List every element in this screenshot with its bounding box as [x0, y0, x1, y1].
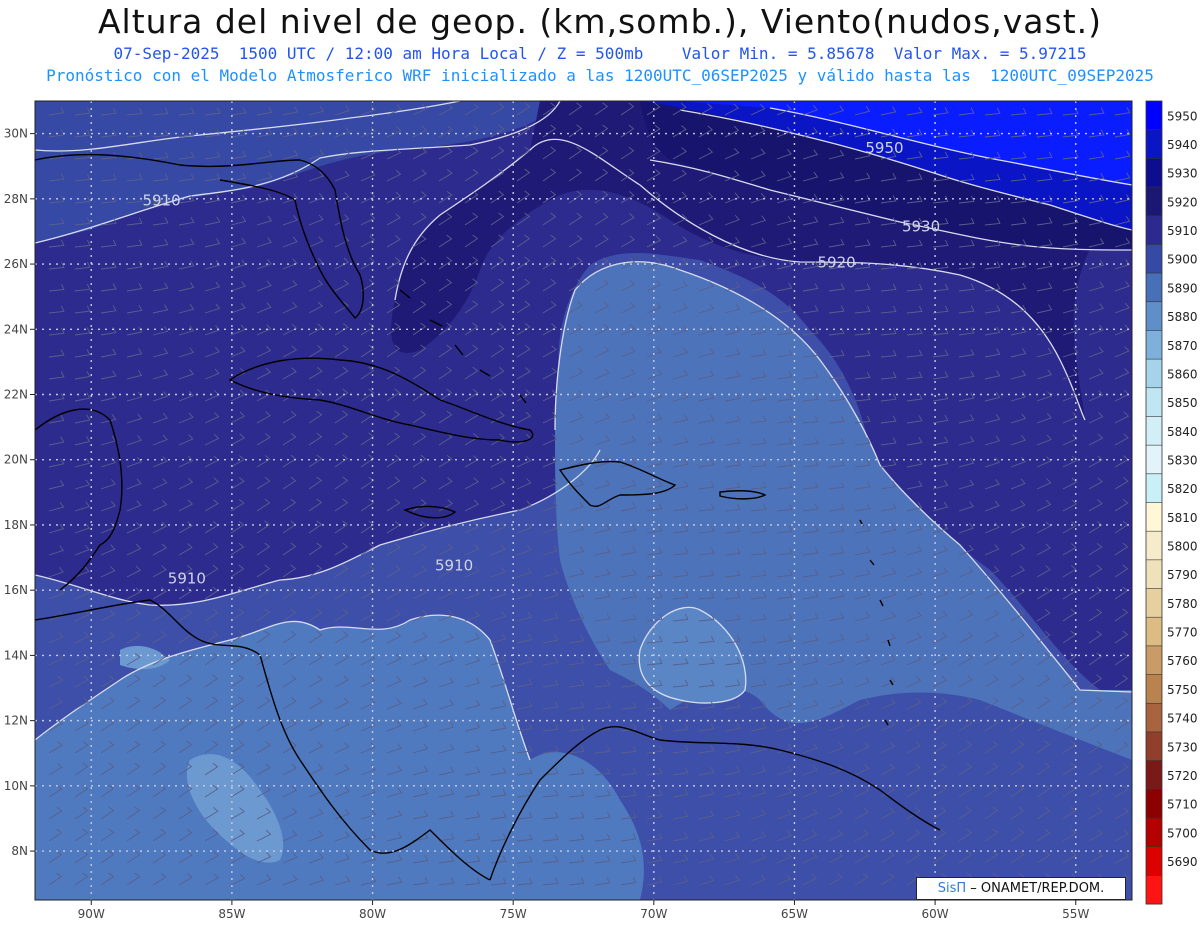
- colorbar-swatch: [1146, 559, 1162, 590]
- colorbar-swatch: [1146, 588, 1162, 618]
- lat-tick-label: 30N: [4, 127, 28, 141]
- lat-tick-label: 12N: [4, 714, 28, 728]
- lat-tick-label: 16N: [4, 583, 28, 597]
- lon-tick-label: 90W: [78, 907, 105, 921]
- colorbar-swatch: [1146, 273, 1162, 303]
- lat-tick-label: 22N: [4, 388, 28, 402]
- colorbar-swatch: [1146, 703, 1162, 733]
- lon-tick-label: 70W: [640, 907, 667, 921]
- colorbar-label: 5890: [1167, 281, 1198, 295]
- colorbar-label: 5800: [1167, 540, 1198, 554]
- credit-org: – ONAMET/REP.DOM.: [966, 881, 1105, 896]
- colorbar-swatch: [1146, 502, 1162, 532]
- contour-label: 5910: [168, 570, 206, 588]
- colorbar-label: 5760: [1167, 654, 1198, 668]
- colorbar-label: 5730: [1167, 740, 1198, 754]
- colorbar-label: 5870: [1167, 339, 1198, 353]
- colorbar-swatch: [1146, 387, 1162, 417]
- colorbar-swatch: [1146, 215, 1162, 245]
- colorbar-swatch: [1146, 875, 1162, 905]
- colorbar-label: 5880: [1167, 310, 1198, 324]
- geopotential-map: 90W 85W 80W 75W 70W 65W 60W 55W 8N 10N 12N 14N 16N 18…: [4, 100, 1198, 921]
- colorbar-swatch: [1146, 617, 1162, 647]
- colorbar-label: 5720: [1167, 769, 1198, 783]
- contour-label: 5930: [902, 217, 940, 235]
- colorbar-label: 5900: [1167, 253, 1198, 267]
- colorbar-swatch: [1146, 445, 1162, 475]
- colorbar-label: 5920: [1167, 195, 1198, 209]
- colorbar-swatch: [1146, 846, 1162, 876]
- lat-tick-label: 8N: [11, 844, 28, 858]
- colorbar-label: 5830: [1167, 453, 1198, 467]
- colorbar-label: 5950: [1167, 109, 1198, 123]
- colorbar-swatch: [1146, 359, 1162, 389]
- colorbar-swatch: [1146, 101, 1162, 131]
- colorbar-swatch: [1146, 129, 1162, 159]
- lon-tick-label: 85W: [218, 907, 245, 921]
- colorbar-swatch: [1146, 817, 1162, 848]
- sispi-logo: SisΠ: [937, 881, 967, 896]
- colorbar-swatch: [1146, 416, 1162, 446]
- contour-label: 5950: [865, 139, 903, 157]
- lat-tick-label: 10N: [4, 779, 28, 793]
- colorbar-label: 5820: [1167, 482, 1198, 496]
- colorbar-swatch: [1146, 531, 1162, 561]
- colorbar-label: 5940: [1167, 138, 1198, 152]
- colorbar-label: 5930: [1167, 167, 1198, 181]
- colorbar-swatch: [1146, 473, 1162, 503]
- colorbar-label: 5910: [1167, 224, 1198, 238]
- colorbar-label: 5810: [1167, 511, 1198, 525]
- contour-label: 5920: [818, 253, 856, 271]
- colorbar-label: 5860: [1167, 367, 1198, 381]
- colorbar-label: 5750: [1167, 683, 1198, 697]
- colorbar-label: 5700: [1167, 826, 1198, 840]
- lon-tick-label: 80W: [359, 907, 386, 921]
- colorbar-label: 5790: [1167, 568, 1198, 582]
- colorbar-swatch: [1146, 674, 1162, 704]
- colorbar-label: 5770: [1167, 626, 1198, 640]
- colorbar: 5950 5940 5930 5920 5910 5900 5890 5880 5870 5860…: [1145, 100, 1198, 905]
- colorbar-swatch: [1146, 158, 1162, 188]
- lat-tick-label: 18N: [4, 518, 28, 532]
- colorbar-label: 5710: [1167, 798, 1198, 812]
- colorbar-label: 5850: [1167, 396, 1198, 410]
- colorbar-swatch: [1146, 731, 1162, 762]
- lon-tick-label: 60W: [922, 907, 949, 921]
- colorbar-swatch: [1146, 789, 1162, 819]
- colorbar-swatch: [1146, 301, 1162, 331]
- colorbar-swatch: [1146, 187, 1162, 217]
- colorbar-label: 5840: [1167, 425, 1198, 439]
- credit-box: SisΠ – ONAMET/REP.DOM.: [916, 877, 1126, 900]
- geopotential-fill: [35, 101, 1132, 900]
- lat-tick-label: 24N: [4, 322, 28, 336]
- colorbar-label: 5690: [1167, 855, 1198, 869]
- colorbar-swatch: [1146, 244, 1162, 274]
- lon-tick-label: 55W: [1062, 907, 1089, 921]
- lat-tick-label: 14N: [4, 648, 28, 662]
- lat-tick-label: 28N: [4, 192, 28, 206]
- contour-label: 5910: [142, 191, 180, 209]
- colorbar-label: 5740: [1167, 712, 1198, 726]
- contour-label: 5910: [435, 557, 473, 575]
- lat-tick-label: 20N: [4, 453, 28, 467]
- colorbar-swatch: [1146, 760, 1162, 790]
- lat-tick-label: 26N: [4, 257, 28, 271]
- colorbar-label: 5780: [1167, 597, 1198, 611]
- lon-tick-label: 75W: [500, 907, 527, 921]
- lon-tick-label: 65W: [781, 907, 808, 921]
- colorbar-swatch: [1146, 330, 1162, 360]
- colorbar-swatch: [1146, 645, 1162, 676]
